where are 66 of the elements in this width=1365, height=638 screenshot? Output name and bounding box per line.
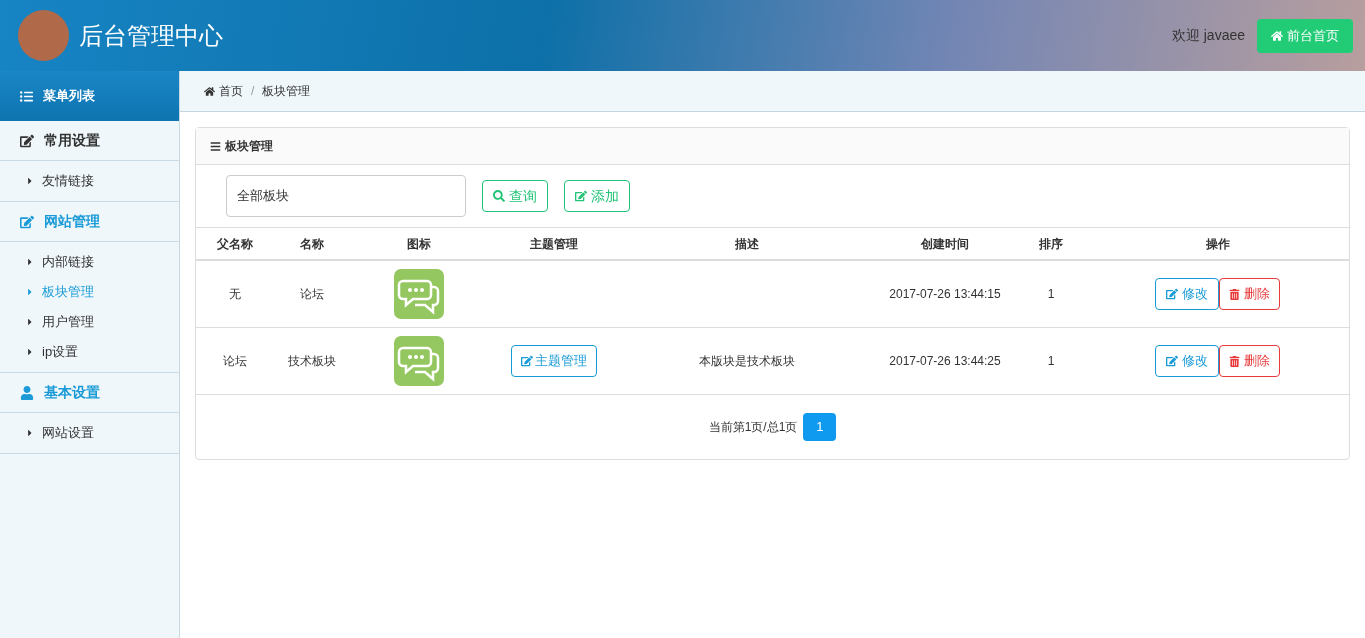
topic-manage-button[interactable]: 主题管理 <box>511 345 597 377</box>
breadcrumb-separator: / <box>251 83 255 100</box>
edit-button[interactable]: 修改 <box>1155 278 1219 310</box>
menu-group[interactable]: 基本设置 <box>0 373 179 413</box>
caret-icon <box>26 347 34 357</box>
table-cell-text: 论坛 <box>300 286 324 303</box>
table-cell-text: 2017-07-26 13:44:25 <box>889 353 1001 370</box>
edit-icon <box>20 214 34 229</box>
column-header: 父名称 <box>217 235 253 253</box>
page-button[interactable]: 1 <box>803 413 837 441</box>
table-cell-text: 1 <box>1047 353 1055 370</box>
user-icon <box>20 385 34 400</box>
table-cell-text: 本版块是技术板块 <box>699 353 795 370</box>
menu-item[interactable]: 友情链接 <box>0 166 179 196</box>
menu-group[interactable]: 常用设置 <box>0 121 179 161</box>
delete-button[interactable]: 删除 <box>1219 345 1280 377</box>
chat-bubbles-icon <box>394 336 444 386</box>
column-header: 图标 <box>407 235 431 253</box>
table-cell-text: 2017-07-26 13:44:15 <box>889 286 1001 303</box>
table-cell-text: 技术板块 <box>288 353 336 370</box>
trash-icon <box>1229 355 1240 367</box>
edit-icon <box>575 190 587 202</box>
menu-item[interactable]: 板块管理 <box>0 277 179 307</box>
filter-field[interactable]: 全部板块 <box>226 175 466 217</box>
edit-icon <box>1166 355 1178 367</box>
column-header: 操作 <box>1205 235 1230 253</box>
column-header: 名称 <box>300 235 324 253</box>
home-icon <box>204 85 215 97</box>
trash-icon <box>1229 288 1240 300</box>
menu-item[interactable]: ip设置 <box>0 337 179 367</box>
add-button[interactable]: 添加 <box>564 180 630 212</box>
breadcrumb-link[interactable]: 首页 <box>204 82 243 100</box>
caret-icon <box>26 257 34 267</box>
column-header: 排序 <box>1039 235 1063 253</box>
column-header: 主题管理 <box>530 235 578 253</box>
site-title: 后台管理中心 <box>79 20 223 51</box>
caret-icon <box>26 287 34 297</box>
menu-group[interactable]: 网站管理 <box>0 202 179 242</box>
table-cell-text: 论坛 <box>223 353 247 370</box>
column-header: 描述 <box>735 235 759 253</box>
breadcrumb-current: 板块管理 <box>262 83 311 100</box>
edit-icon <box>521 355 533 367</box>
search-icon <box>493 190 505 202</box>
sidebar-title: 菜单列表 <box>43 87 95 106</box>
caret-icon <box>26 176 34 186</box>
table-cell-text: 无 <box>229 286 241 303</box>
panel-title: 板块管理 <box>225 138 273 155</box>
welcome-text: 欢迎 javaee <box>1171 26 1245 45</box>
caret-icon <box>26 428 34 438</box>
avatar <box>18 10 69 61</box>
caret-icon <box>26 317 34 327</box>
menu-item[interactable]: 用户管理 <box>0 307 179 337</box>
menu-icon <box>210 140 221 152</box>
edit-icon <box>20 133 34 148</box>
menu-item[interactable]: 网站设置 <box>0 418 179 448</box>
list-icon <box>20 89 33 103</box>
page-summary: 当前第1页/总1页 <box>708 419 798 436</box>
table-cell-text: 1 <box>1047 286 1055 303</box>
column-header: 创建时间 <box>921 235 969 253</box>
edit-icon <box>1166 288 1178 300</box>
edit-button[interactable]: 修改 <box>1155 345 1219 377</box>
delete-button[interactable]: 删除 <box>1219 278 1280 310</box>
menu-item[interactable]: 内部链接 <box>0 247 179 277</box>
search-button[interactable]: 查询 <box>482 180 548 212</box>
chat-bubbles-icon <box>394 269 444 319</box>
home-icon <box>1271 29 1283 42</box>
